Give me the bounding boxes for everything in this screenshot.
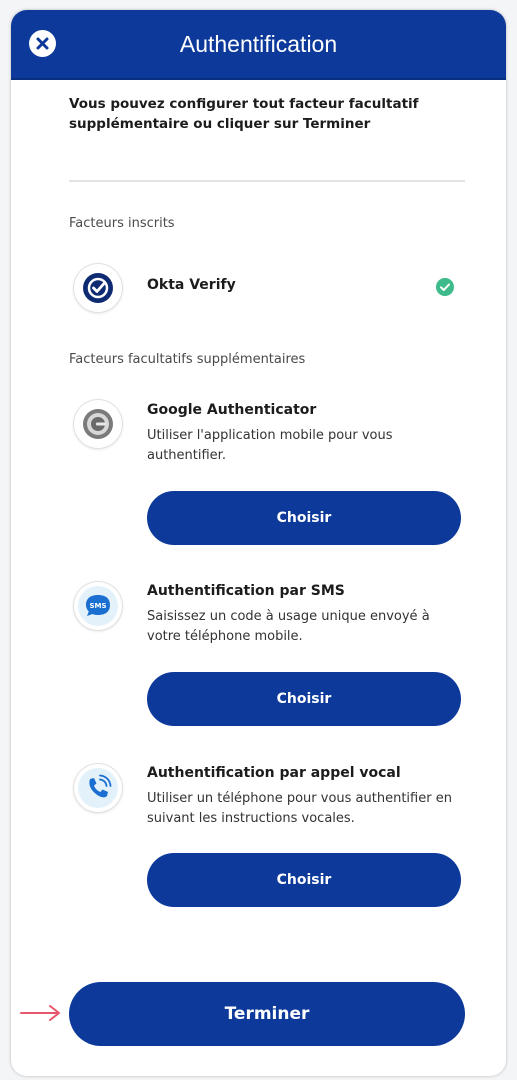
- optional-factors-label: Facteurs facultatifs supplémentaires: [69, 352, 306, 367]
- phone-call-icon-wrapper: [74, 764, 122, 812]
- voice-call-title: Authentification par appel vocal: [147, 765, 401, 781]
- choose-sms-button[interactable]: Choisir: [147, 672, 461, 726]
- sms-title: Authentification par SMS: [147, 583, 345, 599]
- dialog-header: Authentification: [11, 10, 506, 80]
- divider: [69, 180, 465, 182]
- sms-icon: SMS: [78, 586, 118, 626]
- finish-button[interactable]: Terminer: [69, 982, 465, 1046]
- voice-call-description: Utiliser un téléphone pour vous authenti…: [147, 791, 452, 826]
- page-title: Authentification: [179, 31, 338, 57]
- choose-voice-call-button[interactable]: Choisir: [147, 853, 461, 907]
- enrolled-factors-label: Facteurs inscrits: [69, 216, 175, 231]
- sms-icon-wrapper: SMS: [74, 582, 122, 630]
- close-button[interactable]: [29, 30, 56, 57]
- google-authenticator-title: Google Authenticator: [147, 402, 317, 418]
- authentication-dialog: Authentification Vous pouvez configurer …: [11, 10, 506, 1076]
- close-icon: [36, 37, 49, 50]
- okta-verify-icon-wrapper: [74, 264, 122, 312]
- check-circle-icon: [436, 278, 454, 296]
- google-authenticator-description: Utiliser l'application mobile pour vous …: [147, 428, 393, 463]
- screen: Authentification Vous pouvez configurer …: [0, 0, 517, 1080]
- phone-call-icon: [78, 768, 118, 808]
- okta-verify-icon: [83, 273, 113, 303]
- choose-google-authenticator-button[interactable]: Choisir: [147, 491, 461, 545]
- google-authenticator-icon-wrapper: [74, 400, 122, 448]
- intro-text: Vous pouvez configurer tout facteur facu…: [69, 96, 419, 132]
- sms-description: Saisissez un code à usage unique envoyé …: [147, 609, 430, 644]
- svg-text:SMS: SMS: [89, 602, 106, 610]
- okta-verify-title: Okta Verify: [147, 277, 236, 293]
- google-authenticator-icon: [83, 409, 113, 439]
- arrow-right-icon: [20, 1005, 60, 1021]
